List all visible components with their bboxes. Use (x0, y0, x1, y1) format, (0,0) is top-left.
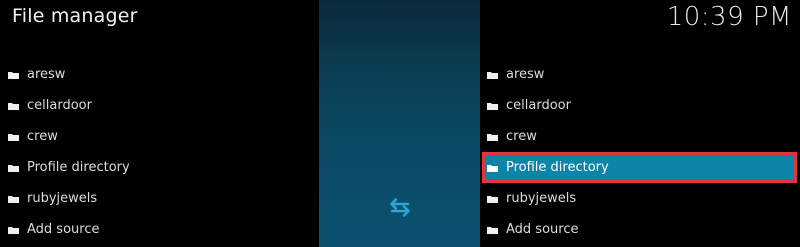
list-item[interactable]: aresw (480, 59, 800, 90)
folder-icon (8, 71, 19, 79)
list-item[interactable]: cellardoor (0, 90, 319, 121)
list-item-label: rubyjewels (27, 191, 98, 206)
folder-icon (487, 71, 498, 79)
list-item-label: cellardoor (27, 98, 92, 113)
list-item-label: Add source (27, 222, 100, 237)
list-item[interactable]: Profile directory (0, 152, 319, 183)
list-item[interactable]: Add source (0, 214, 319, 245)
folder-icon (8, 195, 19, 203)
list-item-label: aresw (27, 67, 66, 82)
list-item-label: Profile directory (506, 160, 609, 175)
folder-icon (487, 226, 498, 234)
list-item[interactable]: rubyjewels (480, 183, 800, 214)
folder-icon (8, 133, 19, 141)
list-item[interactable]: aresw (0, 59, 319, 90)
list-item-selected[interactable]: Profile directory (482, 152, 797, 183)
folder-icon (8, 226, 19, 234)
list-item-label: cellardoor (506, 98, 571, 113)
folder-icon (487, 195, 498, 203)
folder-icon (8, 102, 19, 110)
folder-icon (487, 102, 498, 110)
list-item-label: crew (27, 129, 58, 144)
list-item-label: Profile directory (27, 160, 130, 175)
folder-icon (487, 133, 498, 141)
list-item[interactable]: rubyjewels (0, 183, 319, 214)
folder-icon (487, 164, 498, 172)
left-file-list: aresw cellardoor crew Profile directory … (0, 59, 319, 245)
list-item-label: aresw (506, 67, 545, 82)
list-item-label: Add source (506, 222, 579, 237)
list-item[interactable]: crew (0, 121, 319, 152)
list-item-label: rubyjewels (506, 191, 577, 206)
left-pane: File manager aresw cellardoor crew Profi… (0, 0, 319, 247)
list-item[interactable]: crew (480, 121, 800, 152)
page-title: File manager (12, 5, 138, 27)
list-item[interactable]: Add source (480, 214, 800, 245)
right-file-list: aresw cellardoor crew Profile directory … (480, 59, 800, 245)
list-item-label: crew (506, 129, 537, 144)
right-pane: 10:39 PM aresw cellardoor crew Profile d… (480, 0, 800, 247)
swap-arrows-icon[interactable] (387, 196, 413, 218)
folder-icon (8, 164, 19, 172)
list-item[interactable]: cellardoor (480, 90, 800, 121)
clock: 10:39 PM (666, 2, 792, 32)
